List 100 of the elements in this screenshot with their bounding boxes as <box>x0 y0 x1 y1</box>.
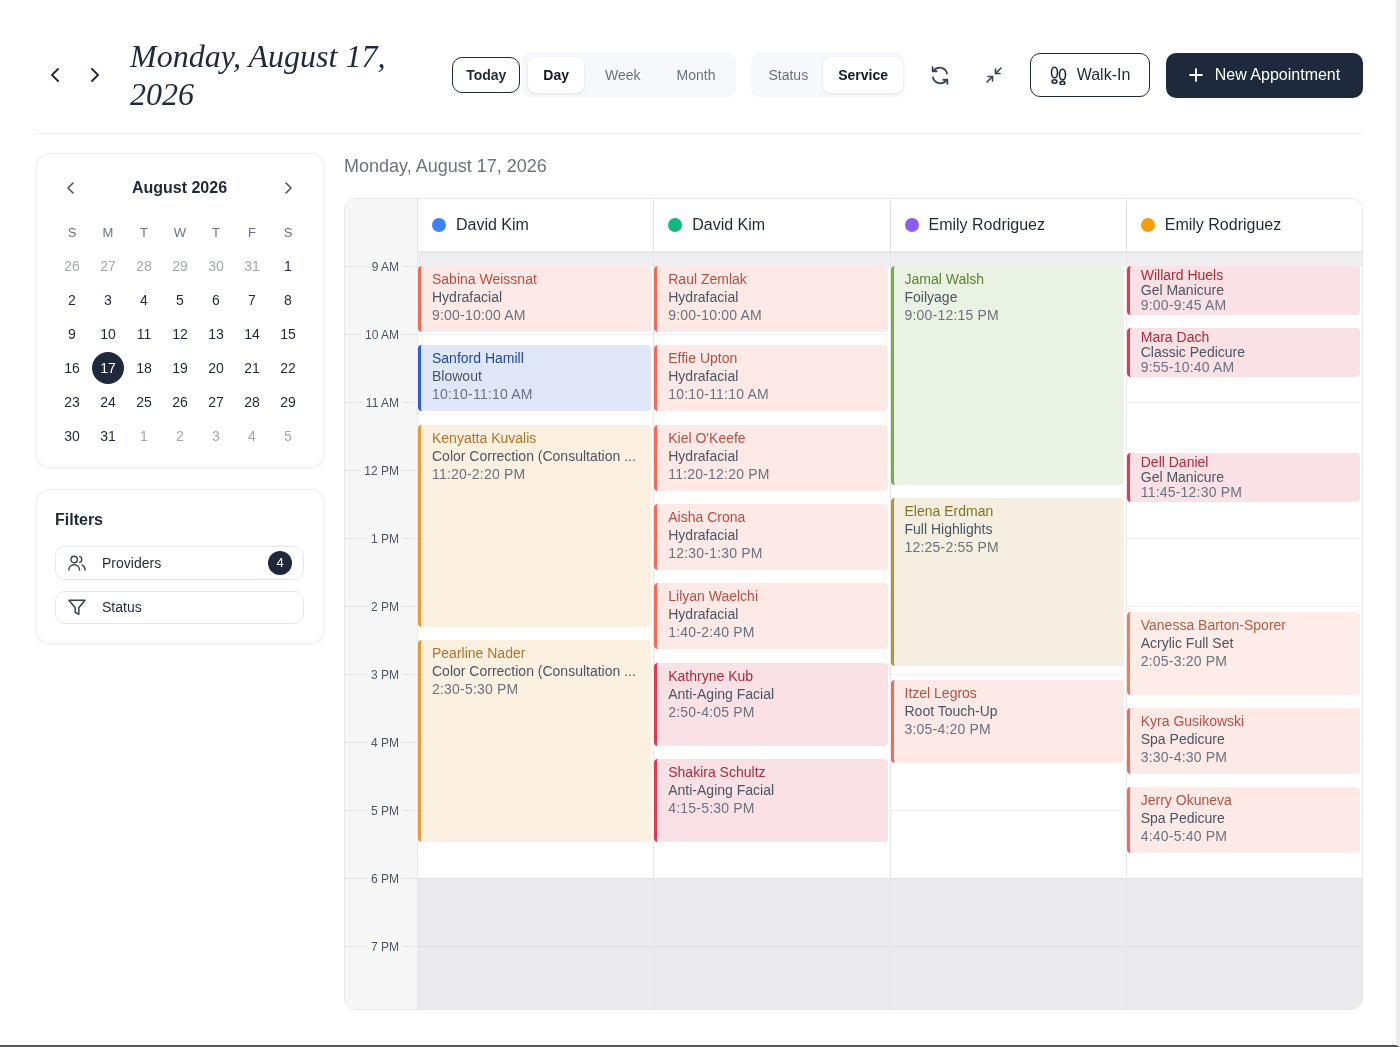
service-name: Full Highlights <box>904 520 994 539</box>
service-name: Hydrafacial <box>668 367 740 386</box>
appointment-time: 4:40-5:40 PM <box>1140 827 1229 846</box>
client-name: Kathryne Kub <box>668 666 755 685</box>
appointment-card[interactable]: Elena Erdman Full Highlights 12:25-2:55 PM <box>890 498 1124 667</box>
service-name: Hydrafacial <box>668 446 740 465</box>
calendar-day[interactable]: 28 <box>236 386 268 418</box>
appointment-card[interactable]: Shakira Schultz Anti-Aging Facial 4:15-5:30 PM <box>654 759 888 842</box>
calendar-day[interactable]: 26 <box>164 386 196 418</box>
filter-icon <box>68 598 86 616</box>
calendar-day[interactable]: 20 <box>200 352 232 384</box>
service-name: Root Touch-Up <box>904 701 999 720</box>
service-name: Hydrafacial <box>432 288 504 306</box>
chevron-right-icon <box>91 68 99 82</box>
client-name: Shakira Schultz <box>668 763 767 781</box>
appointment-card[interactable]: Jerry Okuneva Spa Pedicure 4:40-5:40 PM <box>1126 787 1360 854</box>
appointment-card[interactable]: Jamal Walsh Foilyage 9:00-12:15 PM <box>890 266 1124 485</box>
calendar-day[interactable]: 9 <box>56 318 88 350</box>
appointment-card[interactable]: Aisha Crona Hydrafacial 12:30-1:30 PM <box>654 504 888 570</box>
provider-name: David Kim <box>456 216 529 234</box>
view-tab[interactable]: Day <box>528 57 584 93</box>
filter-button[interactable]: Status <box>55 590 304 624</box>
appointment-card[interactable]: Effie Upton Hydrafacial 10:10-11:10 AM <box>654 345 888 412</box>
appointment-card[interactable]: Sanford Hamill Blowout 10:10-11:10 AM <box>418 345 652 412</box>
client-name: Vanessa Barton-Sporer <box>1140 615 1287 634</box>
calendar-day[interactable]: 17 <box>92 352 124 384</box>
appointment-time: 12:30-1:30 PM <box>668 544 764 562</box>
service-name: Anti-Aging Facial <box>668 684 776 703</box>
appointment-card[interactable]: Dell Daniel Gel Manicure 11:45-12:30 PM <box>1126 453 1360 502</box>
filter-button[interactable]: Providers 4 <box>55 546 304 580</box>
calendar-day[interactable]: 1 <box>272 250 304 282</box>
client-name: Pearline Nader <box>432 644 527 662</box>
calendar-day[interactable]: 19 <box>164 352 196 384</box>
calendar-day[interactable]: 31 <box>92 420 124 452</box>
chevron-right-icon <box>285 182 293 194</box>
service-name: Gel Manicure <box>1140 283 1225 298</box>
appointment-card[interactable]: Vanessa Barton-Sporer Acrylic Full Set 2:05-3:20 PM <box>1126 611 1360 695</box>
service-name: Spa Pedicure <box>1140 809 1226 828</box>
calendar-day[interactable]: 27 <box>200 386 232 418</box>
count-badge: 4 <box>268 550 292 575</box>
appointment-card[interactable]: Kyra Gusikowski Spa Pedicure 3:30-4:30 PM <box>1126 708 1360 774</box>
calendar-day[interactable]: 8 <box>272 284 304 316</box>
calendar-day[interactable]: 22 <box>272 352 304 384</box>
today-button[interactable]: Today <box>452 57 521 93</box>
new-appointment-button[interactable]: New Appointment <box>1166 52 1363 98</box>
calendar-day[interactable]: 7 <box>236 284 268 316</box>
weekday-label: F <box>247 223 257 242</box>
collapse-icon <box>986 67 1002 83</box>
appointment-card[interactable]: Raul Zemlak Hydrafacial 9:00-10:00 AM <box>654 266 888 332</box>
calendar-day[interactable]: 12 <box>164 318 196 350</box>
group-by-tab[interactable]: Status <box>753 57 824 93</box>
plus-icon <box>1188 68 1203 82</box>
calendar-day[interactable]: 11 <box>128 318 160 350</box>
calendar-day[interactable]: 6 <box>200 284 232 316</box>
calendar-day[interactable]: 10 <box>92 318 124 350</box>
client-name: Dell Daniel <box>1140 455 1210 470</box>
calendar-day[interactable]: 18 <box>128 352 160 384</box>
appointment-card[interactable]: Kiel O'Keefe Hydrafacial 11:20-12:20 PM <box>654 424 888 491</box>
calendar-day[interactable]: 13 <box>200 318 232 350</box>
appointment-time: 9:00-9:45 AM <box>1140 298 1228 313</box>
calendar-day[interactable]: 2 <box>56 284 88 316</box>
calendar-day[interactable]: 30 <box>56 420 88 452</box>
appointment-card[interactable]: Kenyatta Kuvalis Color Correction (Consultation ... 11:20-2:20 PM <box>418 424 652 627</box>
group-by-tab[interactable]: Service <box>823 57 903 93</box>
appointment-card[interactable]: Pearline Nader Color Correction (Consultation ... 2:30-5:30 PM <box>418 640 652 842</box>
walk-in-button[interactable]: Walk-In <box>1030 53 1150 97</box>
appointment-card[interactable]: Mara Dach Classic Pedicure 9:55-10:40 AM <box>1126 328 1360 378</box>
appointment-card[interactable]: Kathryne Kub Anti-Aging Facial 2:50-4:05 PM <box>654 662 888 746</box>
calendar-day[interactable]: 16 <box>56 352 88 384</box>
appointment-time: 3:05-4:20 PM <box>904 719 992 738</box>
view-tab[interactable]: Month <box>661 57 731 93</box>
appointment-card[interactable]: Willard Huels Gel Manicure 9:00-9:45 AM <box>1126 266 1360 315</box>
client-name: Willard Huels <box>1140 268 1225 283</box>
view-tab[interactable]: Week <box>590 57 656 93</box>
calendar-day[interactable]: 24 <box>92 386 124 418</box>
appointment-card[interactable]: Lilyan Waelchi Hydrafacial 1:40-2:40 PM <box>654 583 888 650</box>
service-name: Classic Pedicure <box>1140 345 1246 361</box>
calendar-day[interactable]: 21 <box>236 352 268 384</box>
service-name: Hydrafacial <box>668 526 740 544</box>
appointment-time: 10:10-11:10 AM <box>668 385 770 404</box>
client-name: Kiel O'Keefe <box>668 428 747 447</box>
calendar-day[interactable]: 15 <box>272 318 304 350</box>
service-name: Blowout <box>432 367 483 386</box>
client-name: Effie Upton <box>668 349 739 368</box>
calendar-day[interactable]: 5 <box>164 284 196 316</box>
appointment-card[interactable]: Itzel Legros Root Touch-Up 3:05-4:20 PM <box>890 679 1124 763</box>
appointment-time: 3:30-4:30 PM <box>1140 748 1229 766</box>
date-title: Monday, August 17, 2026 <box>130 37 387 113</box>
calendar-day[interactable]: 4 <box>128 284 160 316</box>
weekday-label: T <box>211 223 221 242</box>
appointment-card[interactable]: Sabina Weissnat Hydrafacial 9:00-10:00 AM <box>418 266 652 332</box>
service-name: Color Correction (Consultation ... <box>432 446 637 465</box>
appointment-time: 9:00-10:00 AM <box>432 306 527 324</box>
people-icon <box>68 554 86 571</box>
calendar-day[interactable]: 3 <box>92 284 124 316</box>
calendar-day[interactable]: 14 <box>236 318 268 350</box>
weekday-label: M <box>101 223 115 242</box>
calendar-day[interactable]: 23 <box>56 386 88 418</box>
calendar-day[interactable]: 29 <box>272 386 304 418</box>
calendar-day[interactable]: 25 <box>128 386 160 418</box>
